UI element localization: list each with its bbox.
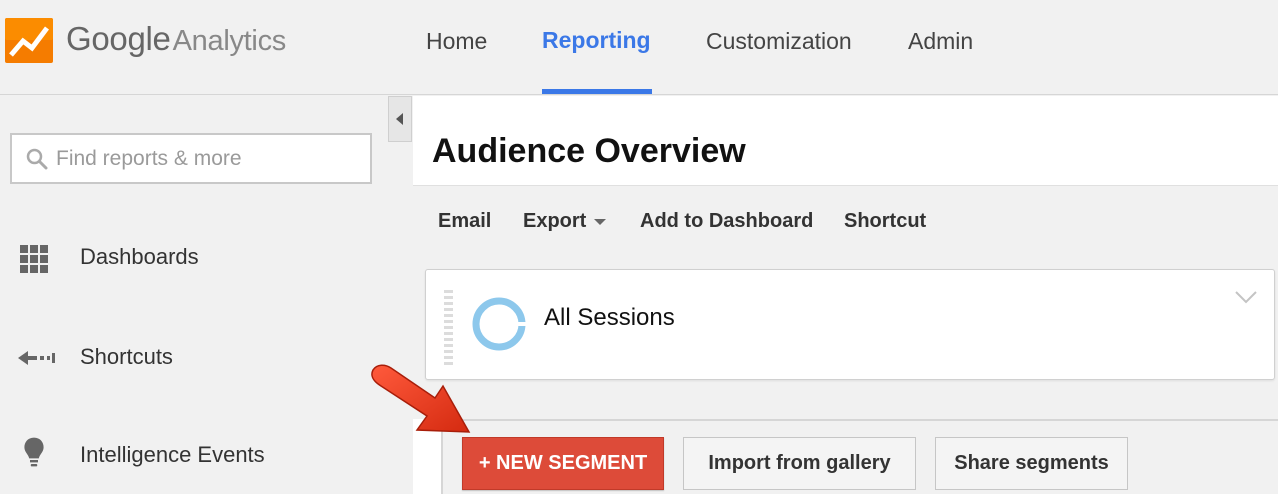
sidebar-collapse-button[interactable]	[388, 96, 412, 142]
report-toolbar: Email Export Add to Dashboard Shortcut	[413, 185, 1278, 259]
top-bar: GoogleAnalytics Home Reporting Customiza…	[0, 0, 1278, 95]
search-icon	[26, 148, 48, 170]
analytics-logo-icon[interactable]	[5, 18, 53, 63]
share-segments-button[interactable]: Share segments	[935, 437, 1128, 490]
nav-customization[interactable]: Customization	[706, 28, 852, 55]
product-logo[interactable]: GoogleAnalytics	[66, 20, 286, 58]
logo-google-text: Google	[66, 20, 171, 57]
chevron-down-icon[interactable]	[1235, 290, 1257, 304]
caret-down-icon	[594, 218, 607, 225]
logo-product-text: Analytics	[172, 25, 287, 57]
segment-builder: + NEW SEGMENT Import from gallery Share …	[441, 419, 1278, 494]
segment-ring-icon	[472, 297, 527, 351]
shortcut-arrow-icon	[18, 351, 55, 365]
shortcut-button[interactable]: Shortcut	[844, 210, 926, 233]
grid-icon	[20, 245, 48, 273]
new-segment-button[interactable]: + NEW SEGMENT	[462, 437, 664, 490]
segment-area: All Sessions	[413, 259, 1278, 419]
drag-handle[interactable]	[444, 290, 453, 366]
sidebar-item-label: Intelligence Events	[80, 442, 265, 467]
export-button[interactable]: Export	[523, 210, 607, 233]
sidebar-item-intelligence-events[interactable]: Intelligence Events	[0, 430, 388, 480]
report-search-box[interactable]	[10, 133, 372, 184]
main-content: Audience Overview Email Export Add to Da…	[413, 96, 1278, 494]
sidebar-item-shortcuts[interactable]: Shortcuts	[0, 331, 388, 381]
sidebar-item-label: Dashboards	[80, 244, 199, 269]
nav-admin[interactable]: Admin	[908, 28, 973, 55]
annotation-arrow-icon	[371, 364, 471, 433]
email-button[interactable]: Email	[438, 210, 491, 233]
page-title: Audience Overview	[432, 132, 746, 170]
segment-label: All Sessions	[544, 304, 675, 331]
nav-home[interactable]: Home	[426, 28, 487, 55]
segment-card[interactable]: All Sessions	[425, 269, 1275, 380]
lightbulb-icon	[24, 437, 44, 467]
report-search-input[interactable]	[56, 144, 356, 174]
chevron-left-icon	[396, 113, 403, 125]
sidebar-item-label: Shortcuts	[80, 344, 173, 369]
import-from-gallery-button[interactable]: Import from gallery	[683, 437, 916, 490]
sidebar-item-dashboards[interactable]: Dashboards	[0, 231, 388, 281]
nav-reporting[interactable]: Reporting	[542, 27, 651, 54]
nav-active-indicator	[542, 89, 652, 94]
export-label: Export	[523, 210, 587, 232]
sidebar: Dashboards Shortcuts Intelligence Events	[0, 96, 388, 494]
add-to-dashboard-button[interactable]: Add to Dashboard	[640, 210, 813, 233]
